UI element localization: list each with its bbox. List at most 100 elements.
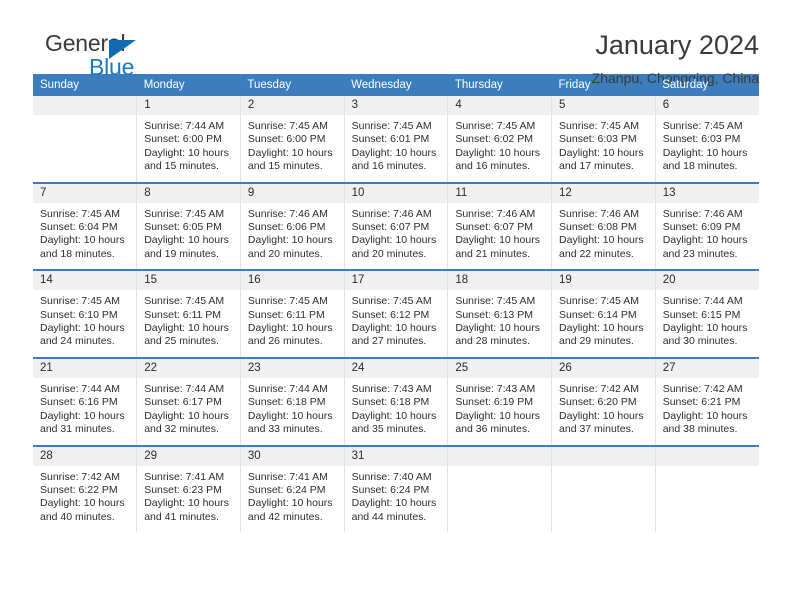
daylight-text: Daylight: 10 hours	[662, 409, 748, 422]
daylight-text-cont: and 23 minutes.	[662, 247, 738, 260]
sunset-text: Sunset: 6:11 PM	[247, 308, 325, 321]
calendar-day-cell[interactable]: 8 Sunrise: 7:45 AM Sunset: 6:05 PM Daylight…	[136, 181, 241, 271]
logo-text-blue: Blue	[89, 54, 135, 80]
calendar-day-cell[interactable]: 31 Sunrise: 7:40 AM Sunset: 6:24 PM Dayligh…	[343, 444, 449, 533]
day-detail: Sunrise: 7:41 AM Sunset: 6:24 PM Daylight:…	[241, 466, 344, 533]
daylight-text: Daylight: 10 hours	[351, 409, 437, 422]
calendar-day-cell[interactable]: 26 Sunrise: 7:42 AM Sunset: 6:20 PM Dayligh…	[551, 356, 656, 446]
calendar-day-cell[interactable]: 24 Sunrise: 7:43 AM Sunset: 6:18 PM Dayligh…	[343, 356, 449, 446]
sunset-text: Sunset: 6:14 PM	[559, 308, 637, 321]
calendar-day-cell[interactable]: 5 Sunrise: 7:45 AM Sunset: 6:03 PM Daylight…	[551, 96, 656, 183]
day-number: 23	[240, 358, 344, 378]
day-detail: Sunrise: 7:42 AM Sunset: 6:22 PM Daylight:…	[33, 466, 136, 533]
day-detail: Sunrise: 7:45 AM Sunset: 6:10 PM Daylight:…	[33, 290, 136, 357]
daylight-text-cont: and 15 minutes.	[247, 160, 323, 173]
sunrise-text: Sunrise: 7:44 AM	[144, 382, 225, 395]
calendar-day-cell[interactable]: 12 Sunrise: 7:46 AM Sunset: 6:08 PM Dayligh…	[551, 181, 656, 271]
calendar-day-cell[interactable]: 14 Sunrise: 7:45 AM Sunset: 6:10 PM Dayligh…	[33, 269, 138, 358]
sunset-text: Sunset: 6:18 PM	[351, 396, 430, 409]
sunrise-text: Sunrise: 7:46 AM	[247, 207, 328, 220]
calendar-day-cell[interactable]: 22 Sunrise: 7:44 AM Sunset: 6:17 PM Dayligh…	[136, 356, 241, 446]
daylight-text-cont: and 41 minutes.	[144, 510, 219, 523]
daylight-text: Daylight: 10 hours	[247, 146, 333, 159]
calendar-day-cell[interactable]: 11 Sunrise: 7:46 AM Sunset: 6:07 PM Dayligh…	[447, 181, 553, 271]
calendar-day-cell[interactable]: 13 Sunrise: 7:46 AM Sunset: 6:09 PM Dayligh…	[654, 181, 759, 271]
daylight-text-cont: and 42 minutes.	[247, 510, 323, 523]
day-number: 25	[448, 358, 552, 378]
day-detail: Sunrise: 7:41 AM Sunset: 6:23 PM Daylight:…	[137, 466, 240, 533]
weekday-header-tuesday: Tuesday	[240, 74, 345, 96]
daylight-text-cont: and 24 minutes.	[40, 335, 115, 348]
day-number: 10	[344, 183, 448, 203]
daylight-text: Daylight: 10 hours	[40, 322, 125, 335]
sunset-text: Sunset: 6:15 PM	[662, 308, 741, 321]
calendar-day-cell[interactable]: 29 Sunrise: 7:41 AM Sunset: 6:23 PM Dayligh…	[136, 444, 241, 533]
calendar-day-cell[interactable]: 7 Sunrise: 7:45 AM Sunset: 6:04 PM Daylight…	[33, 181, 138, 271]
weekday-header-wednesday: Wednesday	[344, 74, 448, 96]
calendar-page: General Blue January 2024 Zhanpu, Chongq…	[0, 0, 792, 612]
calendar-day-cell[interactable]: 9 Sunrise: 7:46 AM Sunset: 6:06 PM Daylight…	[239, 181, 345, 271]
calendar-day-cell[interactable]: 30 Sunrise: 7:41 AM Sunset: 6:24 PM Dayligh…	[239, 444, 345, 533]
calendar-day-cell[interactable]: 25 Sunrise: 7:43 AM Sunset: 6:19 PM Dayligh…	[447, 356, 553, 446]
day-number: 19	[552, 271, 655, 291]
day-number: 1	[137, 96, 240, 115]
day-detail	[552, 466, 655, 528]
daylight-text: Daylight: 10 hours	[559, 322, 644, 335]
daylight-text: Daylight: 10 hours	[144, 146, 229, 159]
sunrise-text: Sunrise: 7:45 AM	[144, 207, 225, 220]
calendar-day-cell[interactable]: 10 Sunrise: 7:46 AM Sunset: 6:07 PM Dayligh…	[343, 181, 449, 271]
sunset-text: Sunset: 6:18 PM	[247, 396, 326, 409]
day-number: 24	[344, 358, 448, 378]
day-number: 17	[344, 271, 448, 291]
daylight-text-cont: and 20 minutes.	[247, 247, 323, 260]
sunrise-text: Sunrise: 7:42 AM	[40, 470, 120, 483]
calendar-day-cell[interactable]: 3 Sunrise: 7:45 AM Sunset: 6:01 PM Daylight…	[343, 96, 449, 183]
sunset-text: Sunset: 6:03 PM	[559, 133, 637, 146]
calendar-body: 1 Sunrise: 7:44 AM Sunset: 6:00 PM Daylight…	[33, 96, 759, 533]
sunrise-text: Sunrise: 7:40 AM	[351, 470, 432, 483]
day-number: 11	[448, 183, 552, 203]
daylight-text-cont: and 16 minutes.	[351, 160, 427, 173]
calendar-day-cell[interactable]: 17 Sunrise: 7:45 AM Sunset: 6:12 PM Dayligh…	[343, 269, 449, 358]
sunrise-text: Sunrise: 7:46 AM	[455, 207, 536, 220]
day-detail: Sunrise: 7:44 AM Sunset: 6:18 PM Daylight:…	[241, 378, 344, 445]
daylight-text: Daylight: 10 hours	[662, 234, 748, 247]
calendar-day-cell[interactable]: 23 Sunrise: 7:44 AM Sunset: 6:18 PM Dayligh…	[239, 356, 345, 446]
sunrise-text: Sunrise: 7:44 AM	[662, 295, 743, 308]
day-number: 9	[240, 183, 344, 203]
sunrise-text: Sunrise: 7:45 AM	[455, 120, 536, 132]
calendar-day-cell[interactable]: 18 Sunrise: 7:45 AM Sunset: 6:13 PM Dayligh…	[447, 269, 553, 358]
daylight-text: Daylight: 10 hours	[351, 146, 437, 159]
daylight-text: Daylight: 10 hours	[144, 409, 229, 422]
sunset-text: Sunset: 6:07 PM	[455, 221, 533, 234]
title-block: January 2024 Zhanpu, Chongqing, China	[592, 30, 759, 86]
calendar-day-cell[interactable]: 15 Sunrise: 7:45 AM Sunset: 6:11 PM Dayligh…	[136, 269, 241, 358]
calendar-day-cell[interactable]: 4 Sunrise: 7:45 AM Sunset: 6:02 PM Daylight…	[447, 96, 553, 183]
calendar-day-cell[interactable]: 16 Sunrise: 7:45 AM Sunset: 6:11 PM Dayligh…	[239, 269, 345, 358]
calendar-day-cell[interactable]: 19 Sunrise: 7:45 AM Sunset: 6:14 PM Dayligh…	[551, 269, 656, 358]
calendar-day-cell[interactable]: 2 Sunrise: 7:45 AM Sunset: 6:00 PM Daylight…	[239, 96, 345, 183]
daylight-text: Daylight: 10 hours	[662, 322, 748, 335]
calendar-day-cell[interactable]: 28 Sunrise: 7:42 AM Sunset: 6:22 PM Dayligh…	[33, 444, 138, 533]
daylight-text: Daylight: 10 hours	[455, 234, 540, 247]
daylight-text: Daylight: 10 hours	[351, 322, 437, 335]
sunset-text: Sunset: 6:10 PM	[40, 308, 118, 321]
day-number	[552, 446, 655, 466]
sunset-text: Sunset: 6:05 PM	[144, 221, 222, 234]
calendar-day-cell[interactable]: 21 Sunrise: 7:44 AM Sunset: 6:16 PM Dayligh…	[33, 356, 138, 446]
calendar-day-cell[interactable]: 27 Sunrise: 7:42 AM Sunset: 6:21 PM Dayligh…	[654, 356, 759, 446]
daylight-text: Daylight: 10 hours	[144, 322, 229, 335]
calendar-week-row: 1 Sunrise: 7:44 AM Sunset: 6:00 PM Daylight…	[33, 96, 759, 183]
day-number: 2	[240, 96, 344, 115]
day-detail: Sunrise: 7:43 AM Sunset: 6:19 PM Daylight:…	[448, 378, 551, 445]
day-detail: Sunrise: 7:44 AM Sunset: 6:16 PM Daylight:…	[33, 378, 136, 445]
calendar-day-cell[interactable]: 20 Sunrise: 7:44 AM Sunset: 6:15 PM Dayligh…	[654, 269, 759, 358]
daylight-text: Daylight: 10 hours	[40, 409, 125, 422]
calendar-day-cell[interactable]: 6 Sunrise: 7:45 AM Sunset: 6:03 PM Daylight…	[654, 96, 759, 183]
sunset-text: Sunset: 6:11 PM	[144, 308, 222, 321]
sunset-text: Sunset: 6:23 PM	[144, 483, 222, 496]
day-number: 28	[33, 446, 137, 466]
sunrise-text: Sunrise: 7:42 AM	[559, 382, 639, 395]
calendar-day-cell[interactable]: 1 Sunrise: 7:44 AM Sunset: 6:00 PM Daylight…	[136, 96, 241, 183]
day-detail: Sunrise: 7:45 AM Sunset: 6:02 PM Daylight:…	[448, 115, 551, 182]
